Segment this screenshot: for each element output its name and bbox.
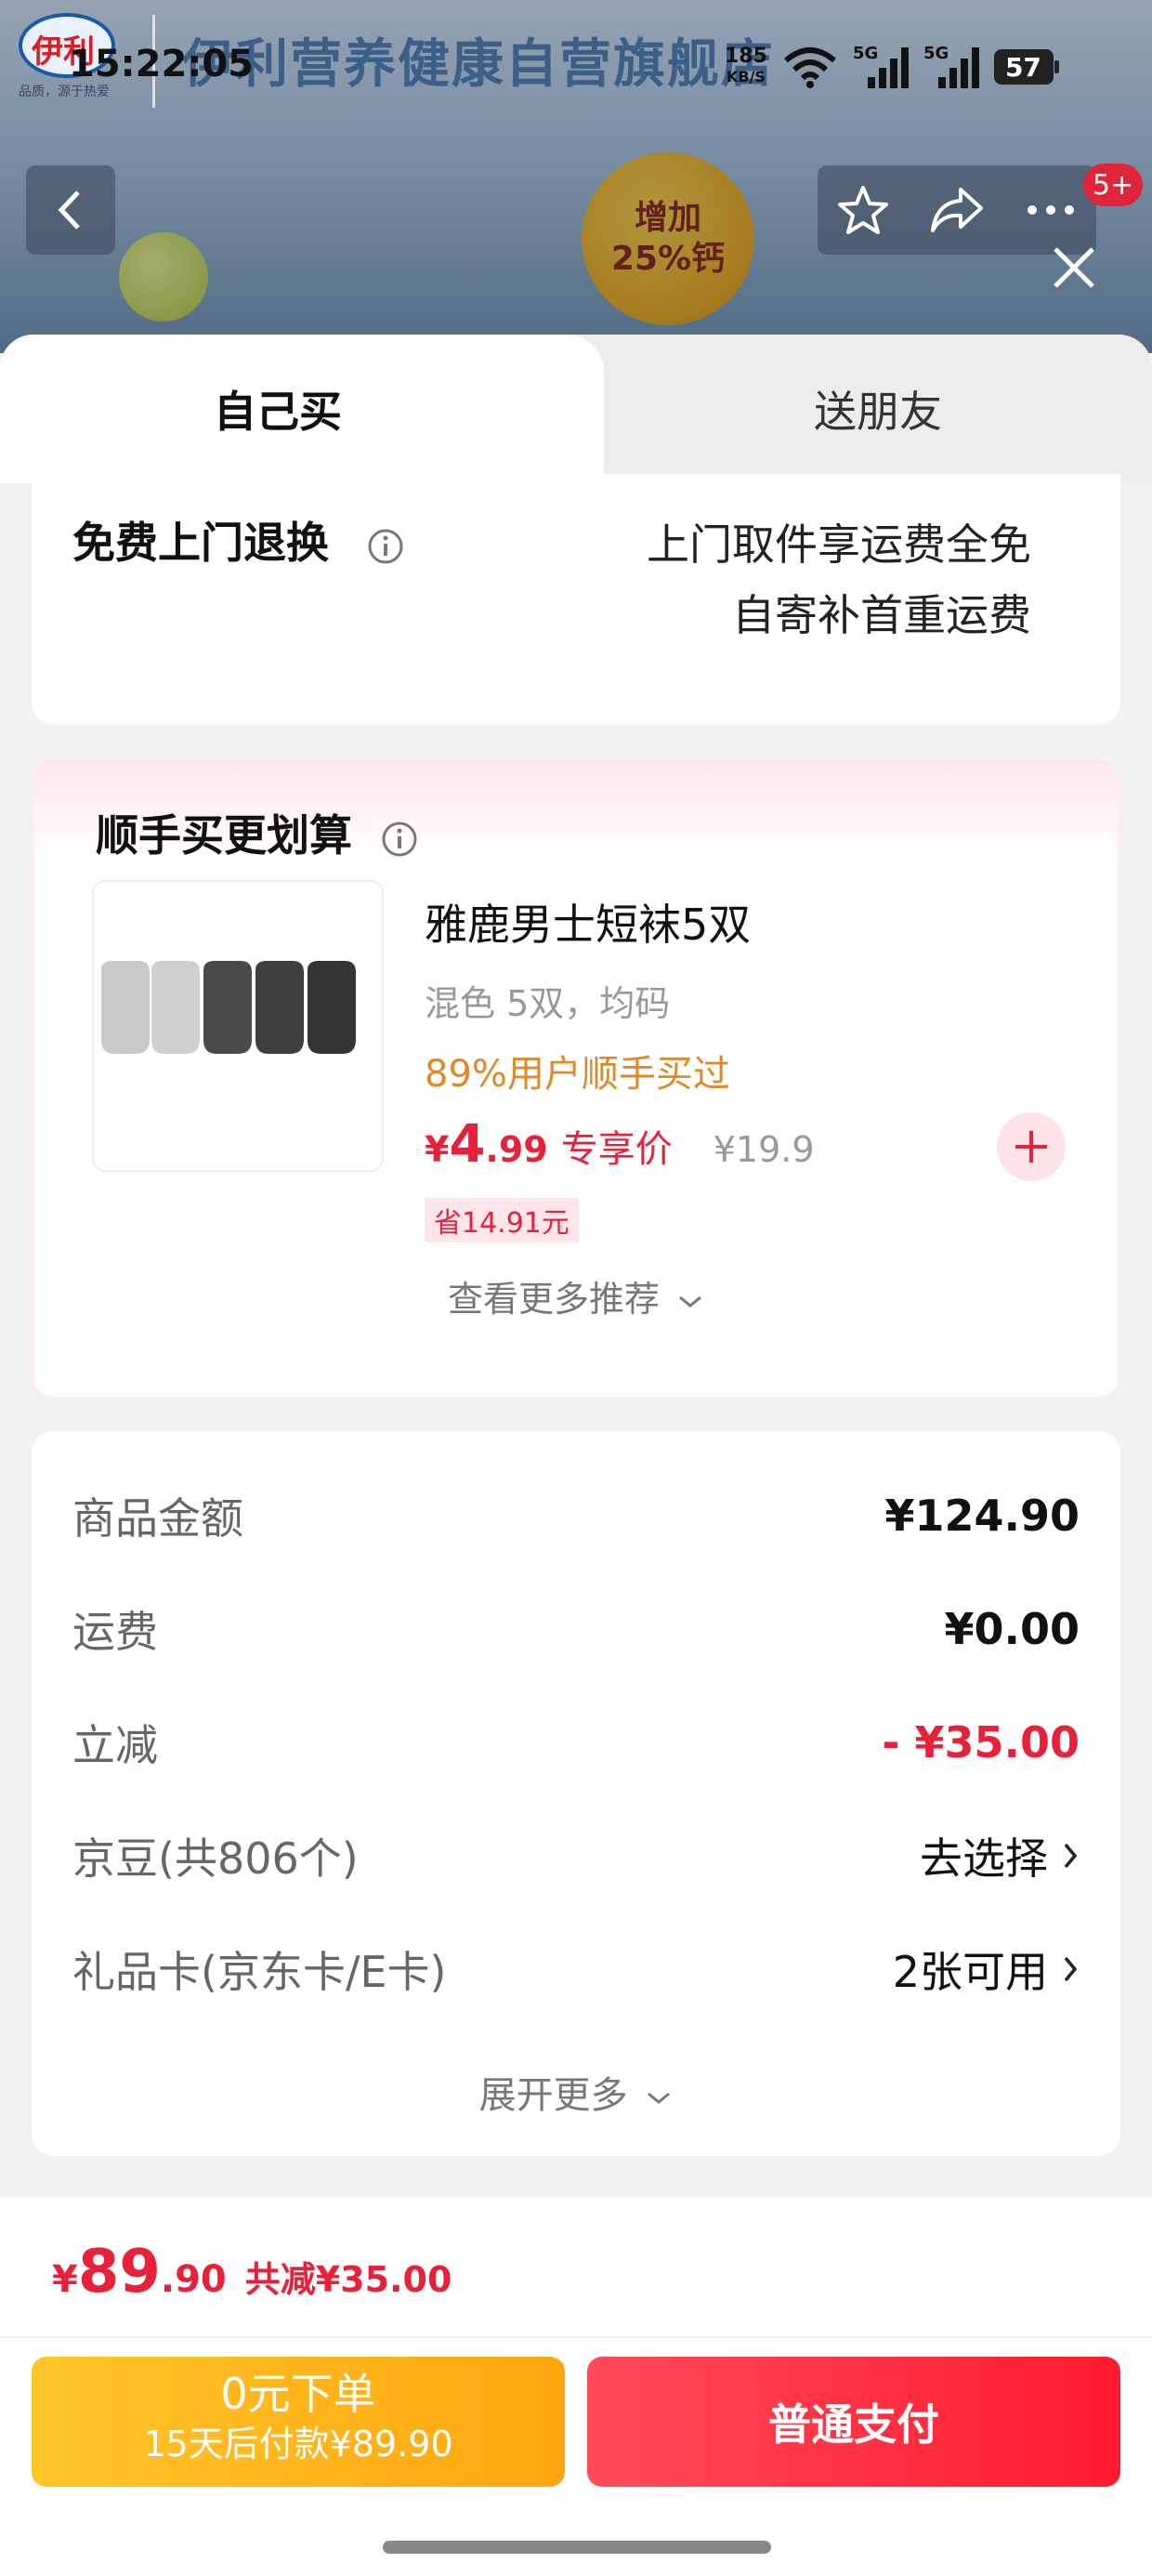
save-tag: 省14.91元 — [425, 1198, 579, 1242]
fee-label: 礼品卡(京东卡/E卡) — [72, 1947, 447, 1997]
status-icons: 185 KB/S 5G 5G 57 — [725, 39, 1059, 95]
total-decimal: .90 — [160, 2258, 227, 2301]
return-service-title: 免费上门退换 — [72, 509, 405, 571]
pay-later-subtitle: 15天后付款¥89.90 — [143, 2424, 453, 2464]
product-price: ¥ 4 .99 专享价 ¥19.9 — [425, 1114, 815, 1175]
message-badge: 5+ — [1083, 164, 1144, 206]
product-name[interactable]: 雅鹿男士短袜5双 — [425, 891, 751, 953]
return-service-detail: 上门取件享运费全免 自寄补首重运费 — [647, 509, 1031, 651]
socks-image — [101, 961, 356, 1054]
product-image[interactable] — [92, 880, 384, 1172]
return-service-label: 免费上门退换 — [72, 518, 329, 568]
price-decimal: .99 — [485, 1129, 548, 1170]
share-icon[interactable] — [927, 182, 987, 238]
signal-icon-2: 5G — [923, 44, 979, 90]
return-service-card: 免费上门退换 上门取件享运费全免 自寄补首重运费 — [32, 474, 1120, 725]
checkout-bar: ¥ 89 .90 共减¥35.00 0元下单 15天后付款¥89.90 普通支付 — [0, 2197, 1152, 2576]
signal-tag-1: 5G — [852, 44, 879, 63]
wifi-icon — [784, 47, 836, 88]
fee-value: ¥124.90 — [884, 1491, 1080, 1541]
product-buyers: 89%用户顺手买过 — [425, 1053, 730, 1096]
status-time: 15:22:05 — [69, 43, 254, 85]
chevron-right-icon — [1064, 1956, 1078, 1982]
fee-row-goods-amount: 商品金额 ¥124.90 — [72, 1483, 1080, 1548]
divider — [0, 2336, 1152, 2338]
info-icon[interactable] — [380, 820, 419, 859]
fee-label: 立减 — [72, 1720, 158, 1770]
fee-label: 运费 — [72, 1607, 158, 1657]
return-detail-line1: 上门取件享运费全免 — [647, 519, 1031, 570]
fee-value: ¥0.00 — [944, 1604, 1080, 1654]
original-price: ¥19.9 — [713, 1129, 815, 1170]
fee-label: 商品金额 — [72, 1493, 243, 1544]
pay-later-button[interactable]: 0元下单 15天后付款¥89.90 — [32, 2357, 565, 2487]
fee-label: 京豆(共806个) — [72, 1833, 359, 1884]
product-spec: 混色 5双，均码 — [425, 983, 671, 1024]
add-to-order-button[interactable] — [997, 1112, 1066, 1181]
info-icon[interactable] — [366, 527, 405, 566]
price-label: 专享价 — [560, 1128, 673, 1171]
network-speed: 185 KB/S — [725, 46, 767, 87]
close-icon[interactable] — [1046, 240, 1102, 296]
chevron-down-icon — [679, 1295, 701, 1308]
tab-buy-self[interactable]: 自己买 — [0, 335, 632, 483]
total-integer: 89 — [77, 2238, 161, 2307]
price-integer: 4 — [449, 1114, 486, 1175]
total-reduction: 共减¥35.00 — [244, 2259, 452, 2300]
normal-pay-button[interactable]: 普通支付 — [587, 2357, 1120, 2487]
chevron-left-icon — [58, 191, 80, 230]
signal-icon-1: 5G — [853, 44, 909, 90]
fee-row-shipping: 运费 ¥0.00 — [72, 1597, 1080, 1662]
chevron-down-icon — [648, 2092, 671, 2104]
expand-more-link[interactable]: 展开更多 — [32, 2065, 1120, 2119]
tab-buy-self-label: 自己买 — [214, 387, 342, 437]
fee-row-discount: 立减 - ¥35.00 — [72, 1710, 1080, 1775]
store-name: 伊利营养健康自营旗舰店 — [182, 34, 775, 95]
tab-gift-friend[interactable]: 送朋友 — [604, 335, 1152, 483]
back-button[interactable] — [26, 165, 115, 255]
recommend-card: 顺手买更划算 雅鹿男士短袜5双 混色 5双，均码 89%用户顺手买过 ¥ 4 .… — [32, 756, 1120, 1400]
network-speed-unit: KB/S — [726, 68, 766, 85]
recommend-title-label: 顺手买更划算 — [96, 810, 352, 861]
fee-summary-card: 商品金额 ¥124.90 运费 ¥0.00 立减 - ¥35.00 京豆(共80… — [32, 1431, 1120, 2156]
battery-level: 57 — [1004, 51, 1041, 83]
battery-icon: 57 — [993, 49, 1059, 85]
star-icon[interactable] — [835, 182, 891, 238]
fee-value: - ¥35.00 — [882, 1717, 1080, 1768]
recommend-title: 顺手买更划算 — [96, 802, 419, 863]
network-speed-value: 185 — [725, 45, 767, 68]
chevron-right-icon — [1064, 1843, 1078, 1869]
pay-later-title: 0元下单 — [220, 2369, 376, 2419]
fee-row-gift-card[interactable]: 礼品卡(京东卡/E卡) 2张可用 — [72, 1937, 1080, 2002]
fee-row-jingdou[interactable]: 京豆(共806个) 去选择 — [72, 1823, 1080, 1888]
purchase-tabs: 送朋友 自己买 — [0, 335, 1152, 483]
expand-more-label: 展开更多 — [478, 2074, 628, 2117]
jingdou-select-label: 去选择 — [920, 1833, 1048, 1884]
more-recommend-link[interactable]: 查看更多推荐 — [34, 1270, 1118, 1321]
return-detail-line2: 自寄补首重运费 — [732, 590, 1031, 640]
more-icon[interactable] — [1023, 201, 1079, 219]
home-indicator — [383, 2541, 771, 2554]
total-currency: ¥ — [52, 2258, 78, 2301]
price-currency: ¥ — [425, 1129, 450, 1170]
gift-card-available-label: 2张可用 — [892, 1947, 1048, 1997]
signal-tag-2: 5G — [923, 44, 949, 63]
fee-value: 去选择 — [920, 1825, 1080, 1886]
more-recommend-label: 查看更多推荐 — [447, 1279, 660, 1320]
order-total: ¥ 89 .90 共减¥35.00 — [52, 2238, 452, 2307]
fee-value: 2张可用 — [893, 1939, 1080, 2000]
